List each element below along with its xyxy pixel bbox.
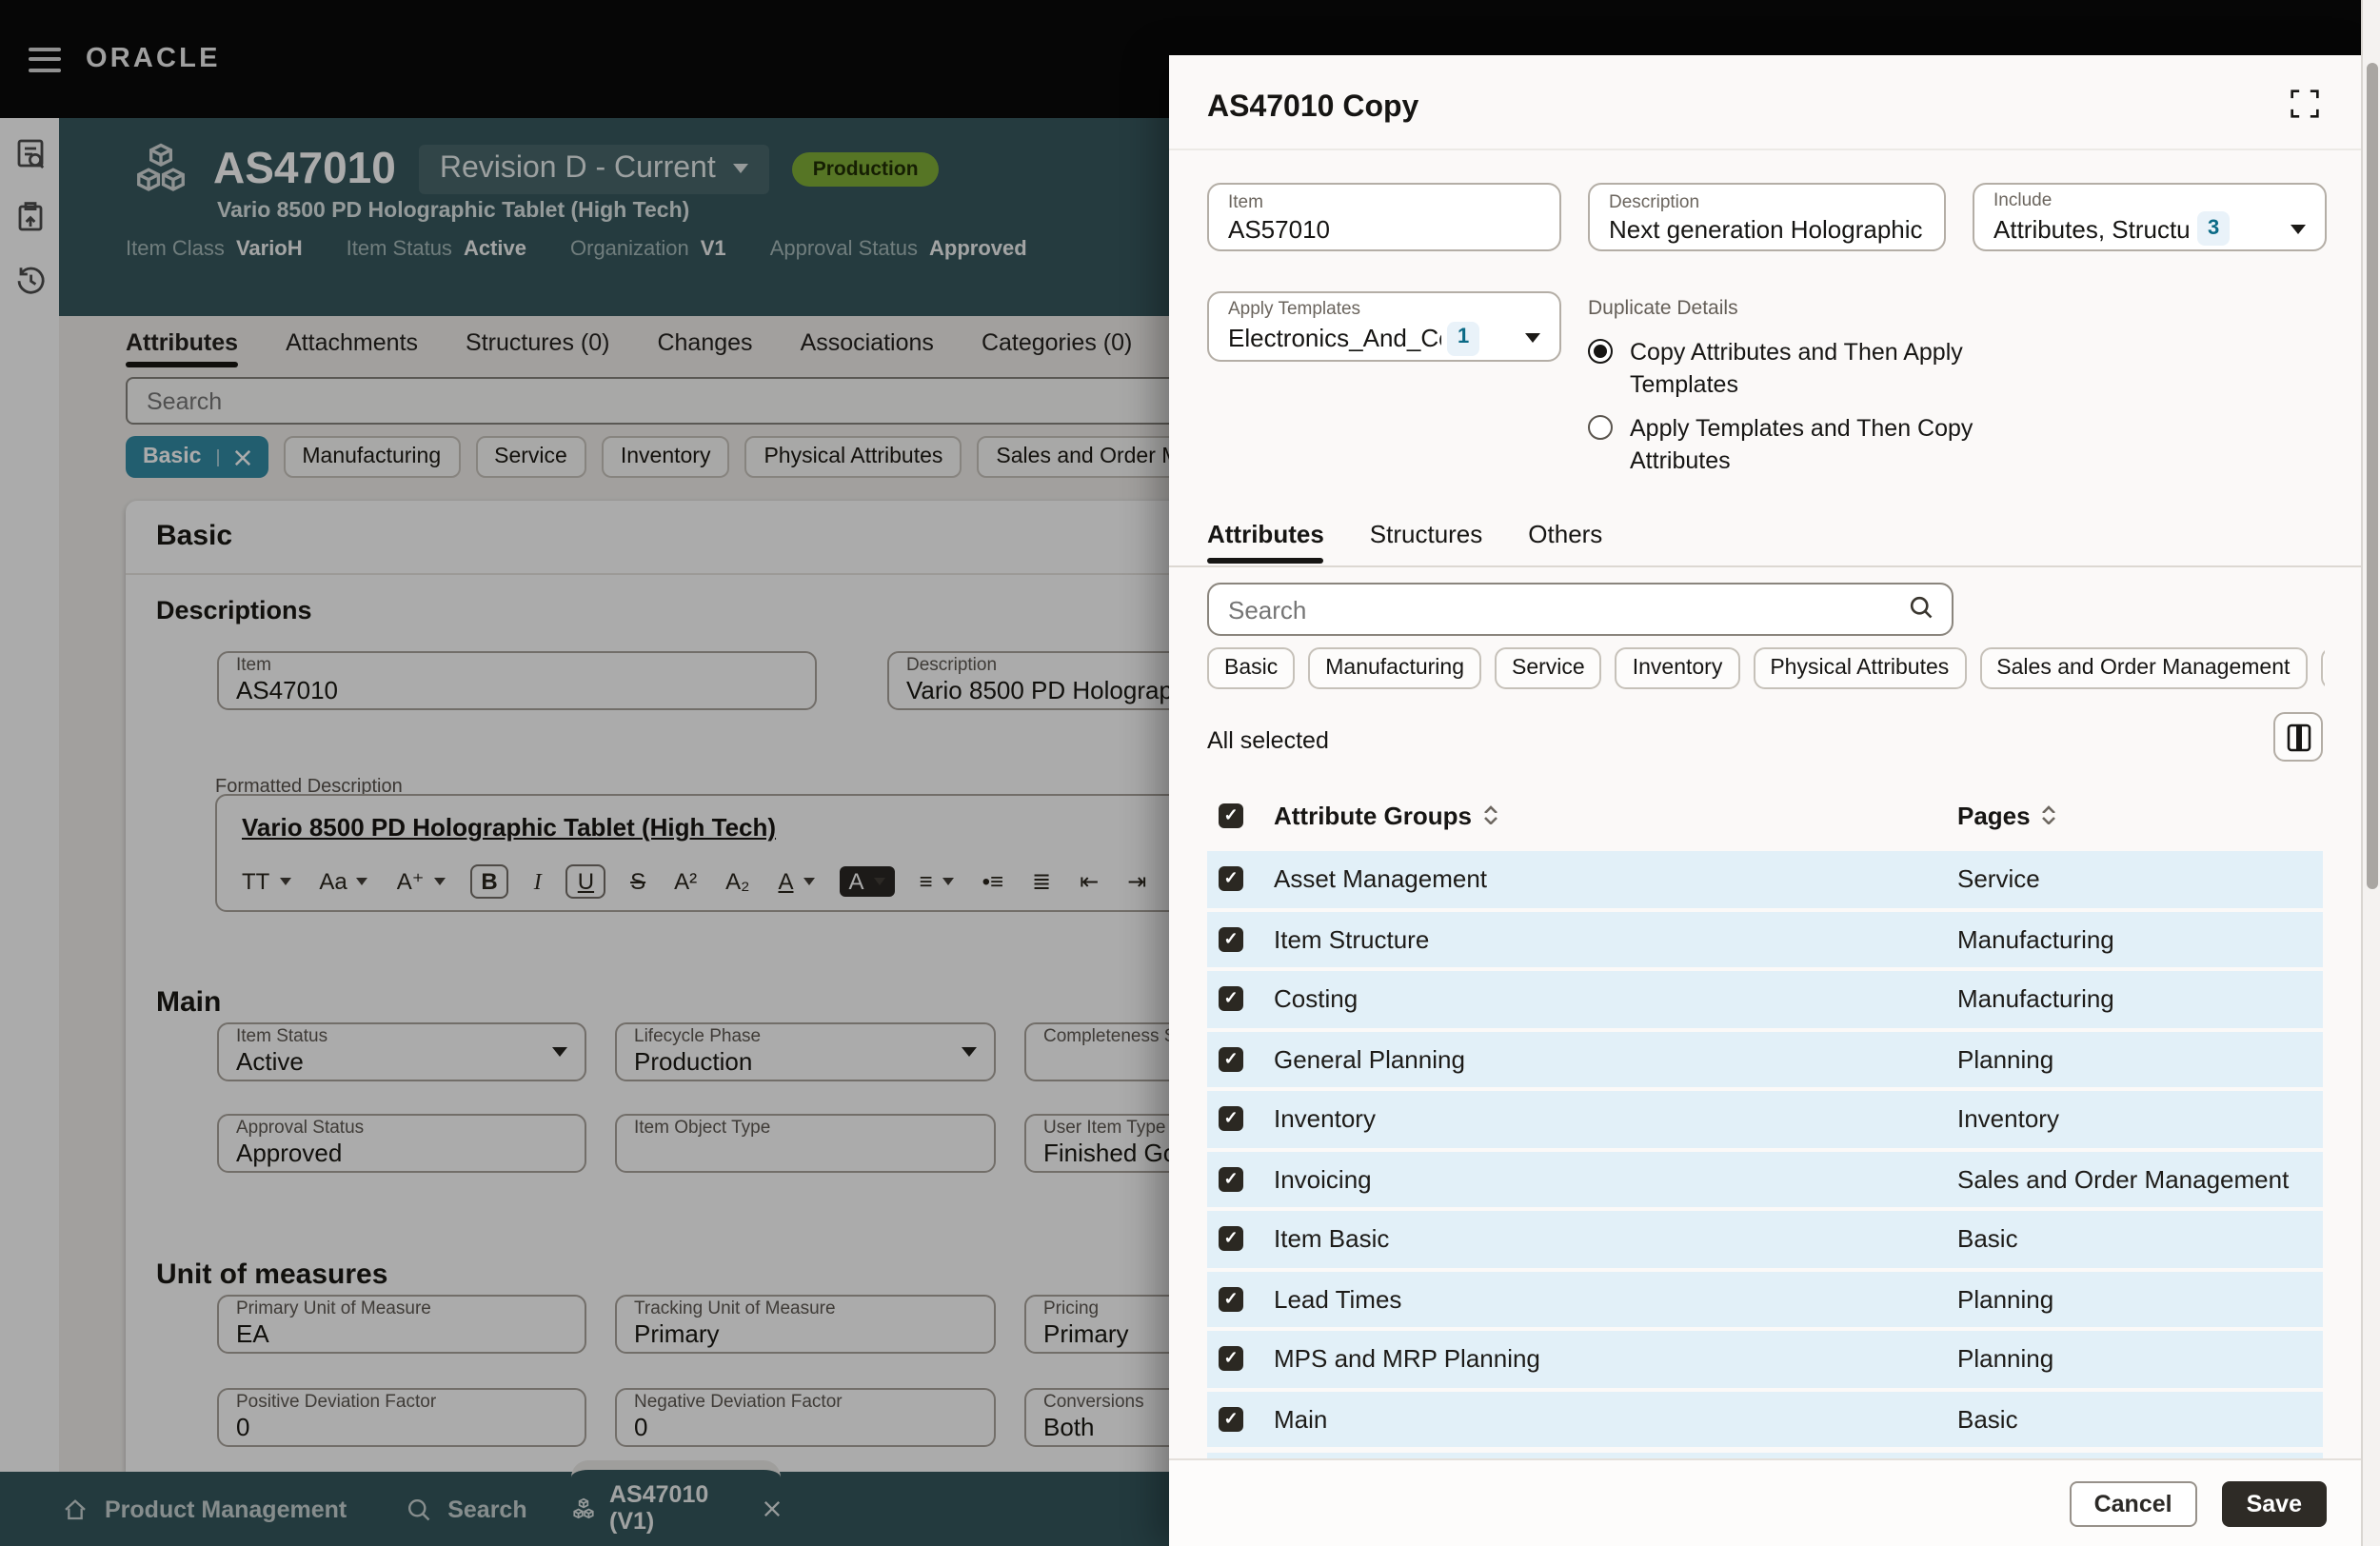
cancel-button[interactable]: Cancel — [2070, 1480, 2197, 1526]
radio-copy-then-apply[interactable]: Copy Attributes and Then Apply Templates — [1588, 337, 1988, 400]
pages-cell: Sales and Order Management — [1957, 1165, 2289, 1194]
copy-item-field[interactable]: Item AS57010 — [1207, 183, 1561, 251]
templates-count-badge: 1 — [1447, 321, 1479, 355]
table-row[interactable]: Inventory Inventory — [1207, 1091, 2323, 1147]
table-row[interactable]: Main Basic — [1207, 1391, 2323, 1447]
save-button[interactable]: Save — [2222, 1480, 2327, 1526]
attribute-group-cell: Costing — [1274, 985, 1358, 1014]
window-scrollbar[interactable] — [2361, 0, 2380, 1546]
table-row[interactable]: Item Structure Manufacturing — [1207, 911, 2323, 967]
attribute-group-cell: General Planning — [1274, 1045, 1465, 1074]
select-all-checkbox[interactable] — [1219, 803, 1243, 827]
column-attribute-groups[interactable]: Attribute Groups — [1274, 801, 1498, 829]
column-manager-button[interactable] — [2273, 712, 2323, 762]
filter-chip[interactable]: Manufacturing — [1308, 647, 1481, 689]
attribute-group-cell: Invoicing — [1274, 1165, 1372, 1194]
row-checkbox[interactable] — [1219, 867, 1243, 892]
divider — [1169, 149, 2361, 150]
attribute-group-cell: Item Basic — [1274, 1225, 1389, 1254]
attribute-groups-table: Asset Management Service Item Structure … — [1207, 851, 2323, 1451]
attribute-group-cell: Inventory — [1274, 1105, 1376, 1134]
radio-apply-then-copy[interactable]: Apply Templates and Then Copy Attributes — [1588, 413, 1988, 476]
panel-tab[interactable]: Structures — [1370, 520, 1483, 548]
table-row[interactable]: MPS and MRP Planning Planning — [1207, 1331, 2323, 1387]
table-row[interactable]: Invoicing Sales and Order Management — [1207, 1151, 2323, 1207]
chevron-down-icon — [2291, 224, 2306, 233]
panel-tab-bar: Attributes Structures Others — [1207, 520, 1602, 548]
table-row[interactable]: Costing Manufacturing — [1207, 971, 2323, 1027]
chevron-down-icon — [1525, 333, 1540, 343]
filter-chip[interactable]: Service — [1495, 647, 1602, 689]
pages-cell: Planning — [1957, 1345, 2053, 1374]
pages-cell: Service — [1957, 865, 2040, 894]
panel-search-input[interactable] — [1207, 583, 1954, 636]
row-checkbox[interactable] — [1219, 1287, 1243, 1312]
copy-description-field[interactable]: Description Next generation Holographic … — [1588, 183, 1946, 251]
divider — [1169, 565, 2361, 567]
include-select[interactable]: Include Attributes, Structures, Oth 3 — [1973, 183, 2327, 251]
columns-icon — [2286, 723, 2311, 751]
attribute-group-cell: Main — [1274, 1405, 1327, 1434]
panel-tab[interactable]: Attributes — [1207, 520, 1324, 548]
pages-cell: Basic — [1957, 1405, 2018, 1434]
column-pages[interactable]: Pages — [1957, 801, 2057, 829]
radio-selected-icon[interactable] — [1588, 339, 1613, 364]
radio-unselected-icon[interactable] — [1588, 415, 1613, 440]
scrollbar-thumb[interactable] — [2366, 63, 2378, 889]
row-checkbox[interactable] — [1219, 1227, 1243, 1252]
all-selected-label: All selected — [1207, 727, 1329, 754]
panel-filter-chips: Basic Manufacturing Service Inventory Ph… — [1207, 647, 2325, 689]
table-header: Attribute Groups Pages — [1207, 790, 2323, 840]
attribute-group-cell: Asset Management — [1274, 865, 1487, 894]
pages-cell: Basic — [1957, 1225, 2018, 1254]
row-checkbox[interactable] — [1219, 927, 1243, 952]
filter-chip[interactable]: Basic — [1207, 647, 1295, 689]
search-icon[interactable] — [1908, 594, 1934, 630]
pages-cell: Manufacturing — [1957, 985, 2114, 1014]
expand-icon — [2291, 89, 2319, 118]
apply-templates-select[interactable]: Apply Templates Electronics_And_Comput 1 — [1207, 291, 1561, 362]
pages-cell: Planning — [1957, 1285, 2053, 1314]
attribute-group-cell: Lead Times — [1274, 1285, 1401, 1314]
expand-button[interactable] — [2291, 89, 2319, 128]
sort-icon[interactable] — [2042, 805, 2057, 825]
application-window: ORACLE AS47010 Revision D - Current — [0, 0, 2380, 1546]
filter-chip[interactable]: Purchasing — [2320, 647, 2325, 689]
table-row[interactable]: Lead Times Planning — [1207, 1271, 2323, 1327]
pages-cell: Manufacturing — [1957, 925, 2114, 954]
sort-icon[interactable] — [1483, 805, 1498, 825]
attribute-group-cell: Item Structure — [1274, 925, 1429, 954]
filter-chip[interactable]: Inventory — [1616, 647, 1740, 689]
row-checkbox[interactable] — [1219, 1107, 1243, 1132]
table-row[interactable]: General Planning Planning — [1207, 1031, 2323, 1087]
pages-cell: Planning — [1957, 1045, 2053, 1074]
row-checkbox[interactable] — [1219, 1167, 1243, 1192]
duplicate-details-label: Duplicate Details — [1588, 297, 1738, 320]
table-row[interactable]: Asset Management Service — [1207, 851, 2323, 907]
row-checkbox[interactable] — [1219, 1407, 1243, 1432]
attribute-group-cell: MPS and MRP Planning — [1274, 1345, 1540, 1374]
table-row[interactable]: Item Basic Basic — [1207, 1211, 2323, 1267]
panel-tab[interactable]: Others — [1528, 520, 1602, 548]
panel-footer: Cancel Save — [1169, 1458, 2361, 1546]
filter-chip[interactable]: Sales and Order Management — [1979, 647, 2307, 689]
panel-title: AS47010 Copy — [1207, 91, 1418, 126]
row-checkbox[interactable] — [1219, 1347, 1243, 1372]
row-checkbox[interactable] — [1219, 987, 1243, 1012]
row-checkbox[interactable] — [1219, 1047, 1243, 1072]
pages-cell: Inventory — [1957, 1105, 2059, 1134]
include-count-badge: 3 — [2197, 211, 2230, 246]
copy-item-panel: AS47010 Copy Item AS57010 Description Ne… — [1169, 55, 2361, 1546]
filter-chip[interactable]: Physical Attributes — [1753, 647, 1966, 689]
